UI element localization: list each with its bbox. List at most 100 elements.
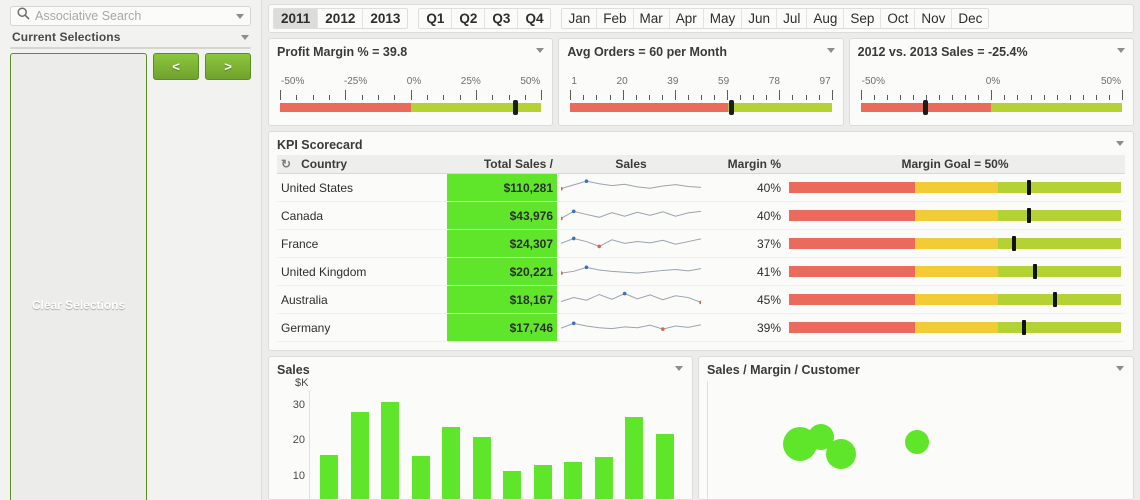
gauge-tick <box>886 95 888 100</box>
bubble-plot <box>707 381 1125 499</box>
table-row[interactable]: Canada $43,976 40% <box>277 201 1125 230</box>
gauge-tick-label: 0% <box>985 76 1001 87</box>
gauge-tick <box>860 90 862 100</box>
table-row[interactable]: France $24,307 37% <box>277 229 1125 258</box>
month-button-May[interactable]: May <box>703 9 743 28</box>
quarter-button-Q1[interactable]: Q1 <box>419 9 453 28</box>
col-margin-pct[interactable]: Margin % <box>705 155 785 174</box>
quarter-button-Q2[interactable]: Q2 <box>452 9 486 28</box>
bar-Mar[interactable] <box>381 401 400 499</box>
gauge-tick-label: 39 <box>667 76 679 87</box>
bullet-segment <box>915 322 999 333</box>
gauge-tick <box>939 95 941 100</box>
gauge-tick <box>459 95 461 100</box>
gauge-tick <box>661 95 663 100</box>
refresh-icon[interactable]: ↻ <box>281 157 291 171</box>
bar-Sep[interactable] <box>564 461 583 499</box>
gauge-tick <box>1017 95 1019 100</box>
cell-total-sales: $24,307 <box>447 229 557 258</box>
qlik-dashboard: Current Selections ProductS...2 · Bike R… <box>0 0 1140 500</box>
month-button-Apr[interactable]: Apr <box>669 9 704 28</box>
chevron-down-icon[interactable] <box>241 34 249 40</box>
gauge-tick <box>541 90 543 100</box>
chevron-down-icon[interactable] <box>1116 366 1124 371</box>
gauge-tick <box>792 95 794 100</box>
chevron-down-icon[interactable] <box>536 48 545 53</box>
gauge-value-marker <box>728 100 734 115</box>
gauge-tick <box>361 95 363 100</box>
next-selection-button[interactable]: > <box>205 53 251 80</box>
scorecard-body: United States $110,281 40% Canada $43,97… <box>277 173 1125 342</box>
bar-Oct[interactable] <box>594 457 613 499</box>
kpi-gauge-2: Avg Orders = 60 per Month 1 20 39 59 78 97 <box>558 38 844 126</box>
gauge-tick <box>622 90 624 100</box>
y-tick-label: 20 <box>292 434 305 447</box>
gauge-tick <box>873 95 875 100</box>
sparkline-icon <box>560 291 703 305</box>
chevron-down-icon[interactable] <box>675 366 683 371</box>
gauge-tick <box>831 90 833 100</box>
month-button-Nov[interactable]: Nov <box>915 9 953 28</box>
bubble-point[interactable] <box>904 430 929 454</box>
month-button-Dec[interactable]: Dec <box>952 9 989 28</box>
month-button-Jul[interactable]: Jul <box>777 9 808 28</box>
gauge-tick <box>1030 95 1032 100</box>
search-input[interactable] <box>35 9 232 23</box>
chevron-down-icon[interactable] <box>1116 141 1124 146</box>
table-row[interactable]: United States $110,281 40% <box>277 173 1125 202</box>
gauge-tick <box>1082 95 1084 100</box>
bubble-chart-title: Sales / Margin / Customer <box>707 363 860 377</box>
bar-Feb[interactable] <box>350 412 369 499</box>
month-button-Feb[interactable]: Feb <box>597 9 634 28</box>
gauge-tick <box>818 95 820 100</box>
previous-selection-button[interactable]: < <box>153 53 199 80</box>
gauge-tick <box>524 95 526 100</box>
clear-selections-button[interactable]: Clear Selections <box>10 53 147 500</box>
cell-total-sales: $18,167 <box>447 285 557 314</box>
quarter-button-Q4[interactable]: Q4 <box>518 9 551 28</box>
year-button-2012[interactable]: 2012 <box>318 9 364 28</box>
bar-May[interactable] <box>442 427 461 499</box>
col-total-sales[interactable]: Total Sales / <box>447 155 557 174</box>
associative-search-bar[interactable] <box>10 6 251 26</box>
bar-Jan[interactable] <box>320 454 339 499</box>
table-row[interactable]: Germany $17,746 39% <box>277 313 1125 342</box>
chevron-down-icon[interactable] <box>1116 48 1125 53</box>
month-button-Mar[interactable]: Mar <box>633 9 670 28</box>
table-row[interactable]: United Kingdom $20,221 41% <box>277 257 1125 286</box>
current-selection-item[interactable]: ProductS...2 · Bike Racks <box>11 48 250 49</box>
chevron-down-icon[interactable] <box>236 13 244 19</box>
gauge-tick-label: 50% <box>1100 76 1121 87</box>
cell-total-sales: $110,281 <box>447 173 557 202</box>
gauge-tick <box>766 95 768 100</box>
col-sales[interactable]: Sales <box>557 155 705 174</box>
bar-Jun[interactable] <box>472 436 491 499</box>
bar-Nov[interactable] <box>625 417 644 499</box>
month-button-Aug[interactable]: Aug <box>807 9 845 28</box>
bar-Jul[interactable] <box>503 471 522 499</box>
gauge-tick <box>753 95 755 100</box>
gauge-labels: -50% 0% 50% <box>858 76 1125 87</box>
col-margin-goal[interactable]: Margin Goal = 50% <box>785 155 1125 174</box>
bar-Apr[interactable] <box>411 455 430 499</box>
gauge-tick <box>280 90 281 100</box>
bar-Aug[interactable] <box>533 465 552 499</box>
gauge-tick <box>779 90 781 100</box>
year-button-2011[interactable]: 2011 <box>274 9 319 28</box>
month-button-Jun[interactable]: Jun <box>742 9 778 28</box>
quarter-button-Q3[interactable]: Q3 <box>485 9 519 28</box>
table-row[interactable]: Australia $18,167 45% <box>277 285 1125 314</box>
sales-chart-title: Sales <box>277 363 310 377</box>
year-button-2013[interactable]: 2013 <box>363 9 408 28</box>
month-button-Sep[interactable]: Sep <box>844 9 882 28</box>
chevron-down-icon[interactable] <box>826 48 835 53</box>
bullet-segment <box>789 266 916 277</box>
col-country[interactable]: ↻ Country <box>277 155 447 174</box>
bar-Dec[interactable] <box>655 434 674 499</box>
gauge-tick <box>740 95 742 100</box>
bubble-point[interactable] <box>807 424 834 451</box>
month-button-Oct[interactable]: Oct <box>881 9 916 28</box>
gauge-tick <box>1004 95 1006 100</box>
month-button-Jan[interactable]: Jan <box>562 9 598 28</box>
scorecard-head: ↻ Country Total Sales / Sales Margin % M… <box>277 155 1125 174</box>
